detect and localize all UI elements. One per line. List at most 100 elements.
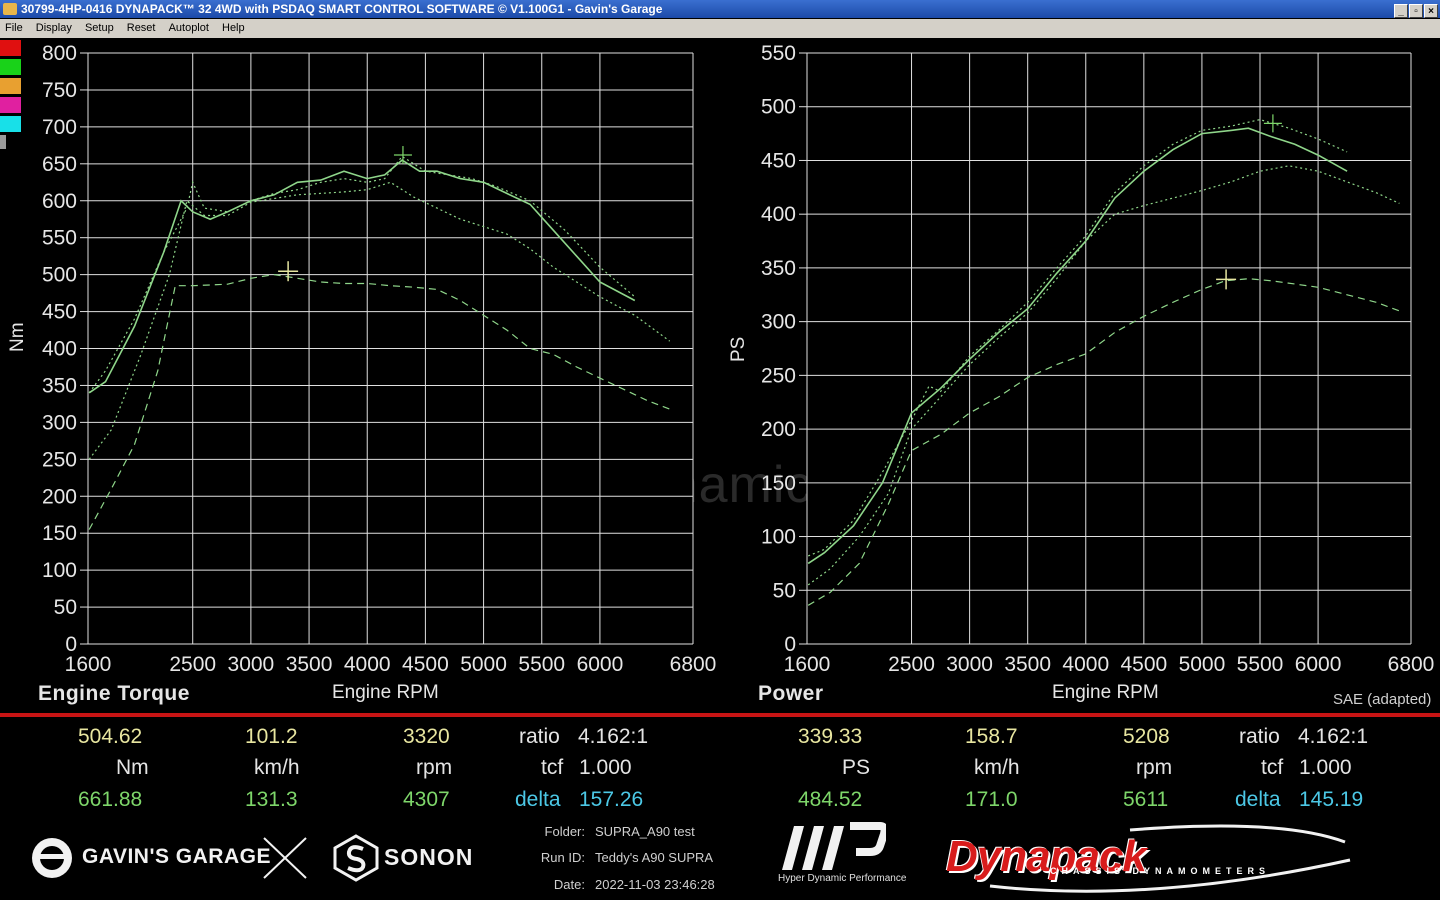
y-tick-label: 350 <box>761 257 796 280</box>
app-icon <box>3 3 17 15</box>
dyno-charts: 1600 2500 3000 3500 4000 4500 5000 5500 6000 6800… <box>42 42 1434 676</box>
run-id-label: Run ID: <box>540 850 585 865</box>
x-tick-label: 3000 <box>946 653 993 676</box>
collab-x-icon <box>263 837 307 879</box>
y-tick-label: 200 <box>42 485 77 508</box>
power-peak-speed: 171.0 <box>965 788 1018 811</box>
y-tick-label: 550 <box>761 42 796 65</box>
y-tick-label: 600 <box>42 190 77 213</box>
torque-cursor-speed: 101.2 <box>245 725 298 748</box>
torque-peak-speed: 131.3 <box>245 788 298 811</box>
power-tcf-label: tcf <box>1261 756 1284 779</box>
power-ratio-value: 4.162:1 <box>1298 725 1369 748</box>
x-tick-label: 4000 <box>344 653 391 676</box>
menu-reset[interactable]: Reset <box>127 22 156 34</box>
power-speed-unit: km/h <box>974 756 1020 779</box>
y-tick-label: 250 <box>42 448 77 471</box>
power-cursor-value: 339.33 <box>798 725 863 748</box>
torque-ratio-label: ratio <box>519 725 560 748</box>
menu-help[interactable]: Help <box>222 22 245 34</box>
x-tick-label: 4000 <box>1062 653 1109 676</box>
y-tick-label: 500 <box>761 96 796 119</box>
power-peak-value: 484.52 <box>798 788 863 811</box>
y-tick-label: 350 <box>42 374 77 397</box>
torque-y-axis-label: Nm <box>7 322 28 352</box>
torque-peak-value: 661.88 <box>78 788 143 811</box>
y-tick-label: 800 <box>42 42 77 65</box>
sonon-logo: SONON <box>384 844 474 870</box>
x-tick-label: 6800 <box>1388 653 1435 676</box>
gavins-garage-logo: GAVIN'S GARAGE <box>82 845 271 868</box>
menu-autoplot[interactable]: Autoplot <box>169 22 209 34</box>
folder-value: SUPRA_A90 test <box>595 824 695 839</box>
x-tick-label: 5000 <box>1179 653 1226 676</box>
torque-cursor-value: 504.62 <box>78 725 143 748</box>
separator-line <box>0 713 1440 717</box>
menu-bar: File Display Setup Reset Autoplot Help <box>0 19 1440 38</box>
hdp-logo-icon <box>782 822 886 870</box>
y-tick-label: 650 <box>42 153 77 176</box>
y-tick-label: 250 <box>761 364 796 387</box>
y-tick-label: 450 <box>761 149 796 172</box>
x-tick-label: 3000 <box>228 653 275 676</box>
x-tick-label: 4500 <box>1120 653 1167 676</box>
x-tick-label: 2500 <box>888 653 935 676</box>
torque-tcf-value: 1.000 <box>579 756 632 779</box>
y-tick-label: 100 <box>42 559 77 582</box>
torque-rpm-unit: rpm <box>416 756 453 779</box>
x-tick-label: 5500 <box>518 653 565 676</box>
x-tick-label: 6000 <box>577 653 624 676</box>
gavins-garage-logo-icon <box>32 838 72 878</box>
y-tick-label: 150 <box>761 472 796 495</box>
sae-correction-note: SAE (adapted) <box>1333 691 1432 708</box>
y-tick-label: 400 <box>42 338 77 361</box>
y-tick-label: 450 <box>42 301 77 324</box>
y-tick-label: 100 <box>761 526 796 549</box>
date-label: Date: <box>553 877 585 892</box>
torque-ratio-value: 4.162:1 <box>578 725 649 748</box>
minimize-button[interactable]: _ <box>1394 4 1408 18</box>
y-tick-label: 150 <box>42 522 77 545</box>
power-chart[interactable]: 1600 2500 3000 3500 4000 4500 5000 5500 6000 6800… <box>761 42 1434 676</box>
y-tick-label: 700 <box>42 116 77 139</box>
torque-delta-label: delta <box>515 788 561 811</box>
torque-chart[interactable]: 1600 2500 3000 3500 4000 4500 5000 5500 6000 6800… <box>42 42 716 676</box>
torque-speed-unit: km/h <box>254 756 300 779</box>
menu-setup[interactable]: Setup <box>85 22 114 34</box>
sonon-logo-icon <box>333 834 379 882</box>
y-tick-label: 400 <box>761 203 796 226</box>
x-tick-label: 3500 <box>286 653 333 676</box>
power-y-axis-label: PS <box>728 336 749 362</box>
x-tick-label: 5500 <box>1237 653 1284 676</box>
power-tcf-value: 1.000 <box>1299 756 1352 779</box>
y-tick-label: 550 <box>42 227 77 250</box>
torque-chart-title: Engine Torque <box>38 682 190 705</box>
date-value: 2022-11-03 23:46:28 <box>595 877 715 892</box>
maximize-button[interactable]: ▫ <box>1409 4 1423 18</box>
dynapack-tagline: CHASSIS DYNAMOMETERS <box>1050 866 1271 876</box>
x-tick-label: 1600 <box>65 653 112 676</box>
window-controls: _ ▫ × <box>1393 1 1438 18</box>
torque-x-axis-label: Engine RPM <box>332 682 439 703</box>
plot-area[interactable] <box>807 53 1411 644</box>
x-tick-label: 5000 <box>460 653 507 676</box>
x-tick-label: 6800 <box>670 653 717 676</box>
menu-display[interactable]: Display <box>36 22 72 34</box>
y-tick-label: 0 <box>65 633 77 656</box>
power-cursor-rpm: 5208 <box>1123 725 1170 748</box>
window-title: 30799-4HP-0416 DYNAPACK™ 32 4WD with PSD… <box>21 2 663 16</box>
power-chart-title: Power <box>758 682 824 705</box>
power-ratio-label: ratio <box>1239 725 1280 748</box>
y-tick-label: 0 <box>784 633 796 656</box>
y-tick-label: 300 <box>42 411 77 434</box>
power-cursor-speed: 158.7 <box>965 725 1018 748</box>
torque-unit: Nm <box>116 756 149 779</box>
torque-tcf-label: tcf <box>541 756 564 779</box>
y-tick-label: 750 <box>42 79 77 102</box>
menu-file[interactable]: File <box>5 22 23 34</box>
close-button[interactable]: × <box>1424 4 1438 18</box>
y-tick-label: 50 <box>773 579 796 602</box>
power-unit: PS <box>842 756 871 779</box>
power-rpm-unit: rpm <box>1136 756 1173 779</box>
x-tick-label: 4500 <box>402 653 449 676</box>
